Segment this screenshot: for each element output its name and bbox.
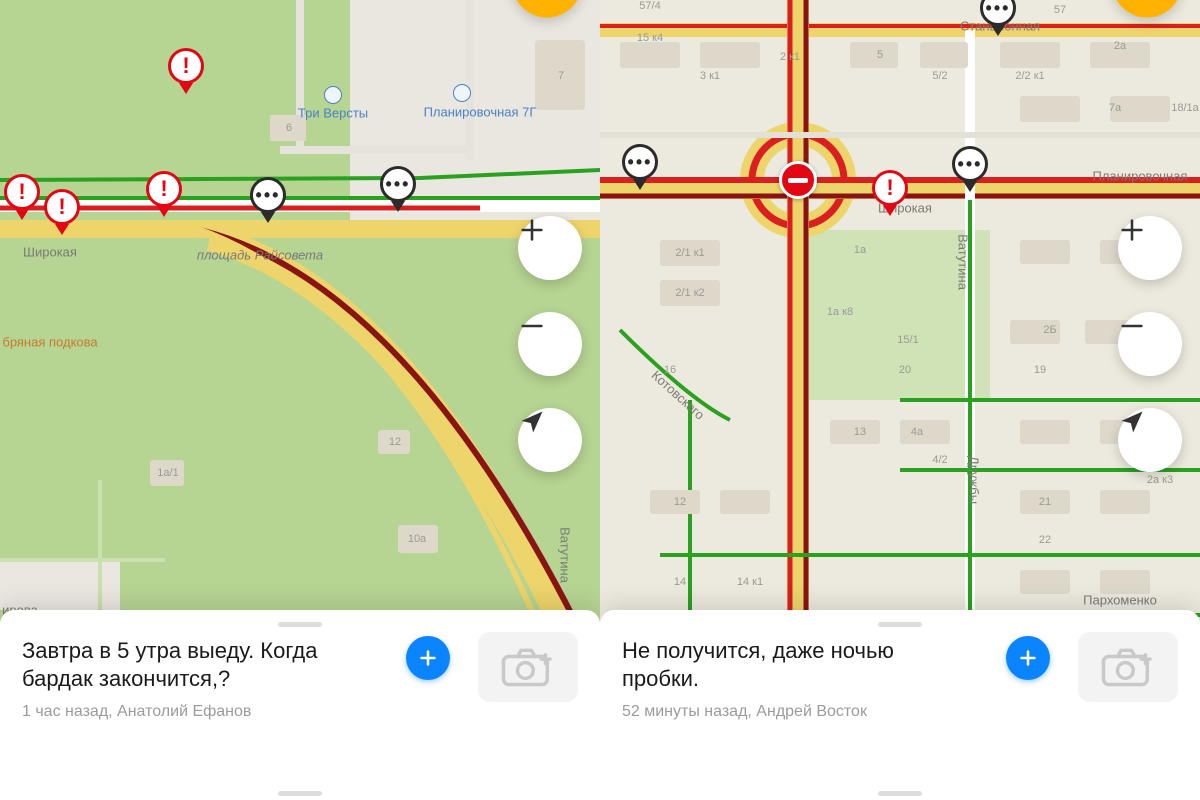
alert-pin[interactable]: ! [44, 189, 80, 225]
add-button[interactable] [1006, 636, 1050, 680]
building-number: 5/2 [932, 70, 947, 82]
building-number: 14 [674, 576, 686, 588]
building-number: 20 [899, 364, 911, 376]
building-number: 21 [1039, 496, 1051, 508]
locate-button[interactable] [518, 408, 582, 472]
building-number: 57 [1054, 4, 1066, 16]
building-number: 4а [911, 426, 923, 438]
drag-handle-icon[interactable] [878, 791, 922, 796]
map-pane-left: Широкая площадь Райсовета Три Версты Пла… [0, 0, 600, 800]
building-number: 2Б [1043, 324, 1056, 336]
building-number: 15/1 [897, 334, 918, 346]
building-number: 13 [854, 426, 866, 438]
drag-handle-icon[interactable] [278, 791, 322, 796]
building-number: 1а к8 [827, 306, 853, 318]
poi-icon [453, 84, 471, 102]
chat-pin[interactable]: ••• [952, 146, 988, 182]
building-number: 12 [389, 436, 401, 448]
building-number: 2 к1 [780, 51, 800, 63]
add-button[interactable] [406, 636, 450, 680]
alert-pin[interactable]: ! [168, 48, 204, 84]
alert-pin[interactable]: ! [146, 171, 182, 207]
building-number: 2а [1114, 40, 1126, 52]
building-number: 16 [664, 364, 676, 376]
comment-meta: 52 минуты назад, Андрей Восток [622, 703, 1178, 721]
road-block-pin[interactable] [779, 161, 817, 199]
building-number: 7а [1109, 102, 1121, 114]
poi-icon [324, 86, 342, 104]
drag-handle-icon[interactable] [878, 622, 922, 627]
alert-pin[interactable]: ! [4, 174, 40, 210]
building-number: 19 [1034, 364, 1046, 376]
building-number: 18/1а [1171, 102, 1199, 114]
drag-handle-icon[interactable] [278, 622, 322, 627]
map-pane-right: Широкая Станционная Планировочная Ватути… [600, 0, 1200, 800]
chat-pin[interactable]: ••• [622, 144, 658, 180]
comment-text: Завтра в 5 утра выеду. Когда бардак зако… [22, 637, 362, 693]
building-number: 22 [1039, 534, 1051, 546]
building-number: 1а [854, 244, 866, 256]
building-number: 4/2 [932, 454, 947, 466]
street-label: Ватутина [956, 234, 971, 290]
building-number: 2/2 к1 [1015, 70, 1044, 82]
chat-pin[interactable]: ••• [380, 166, 416, 202]
street-label: Широкая [23, 245, 77, 260]
add-photo-button[interactable] [478, 632, 578, 702]
zoom-in-button[interactable] [518, 216, 582, 280]
comment-meta: 1 час назад, Анатолий Ефанов [22, 703, 578, 721]
building-number: 15 к4 [637, 32, 663, 44]
street-label: Дружбы [967, 456, 982, 504]
alert-pin[interactable]: ! [872, 170, 908, 206]
street-label: Планировочная [1093, 169, 1188, 184]
add-photo-button[interactable] [1078, 632, 1178, 702]
zoom-in-button[interactable] [1118, 216, 1182, 280]
building-number: 6 [286, 122, 292, 134]
building-number: 12 [674, 496, 686, 508]
zoom-out-button[interactable] [518, 312, 582, 376]
square-label: площадь Райсовета [197, 248, 323, 263]
street-label: Пархоменко [1083, 593, 1157, 608]
building-number: 2/1 к2 [675, 287, 704, 299]
building-number: 14 к1 [737, 576, 763, 588]
chat-pin[interactable]: ••• [980, 0, 1016, 26]
locate-button[interactable] [1118, 408, 1182, 472]
chat-pin[interactable]: ••• [250, 177, 286, 213]
building-number: 57/4 [639, 0, 660, 12]
building-number: 1а/1 [157, 467, 178, 479]
building-number: 3 к1 [700, 70, 720, 82]
building-number: 2а к3 [1147, 474, 1173, 486]
comment-text: Не получится, даже ночью пробки. [622, 637, 962, 693]
building-number: 10а [408, 533, 426, 545]
comment-card[interactable]: Не получится, даже ночью пробки. 52 мину… [600, 610, 1200, 800]
building-number: 5 [877, 49, 883, 61]
poi-label: Три Версты [298, 106, 368, 121]
comment-card[interactable]: Завтра в 5 утра выеду. Когда бардак зако… [0, 610, 600, 800]
street-label: Ватутина [558, 527, 573, 583]
building-number: 7 [558, 70, 564, 82]
poi-label: бряная подкова [2, 335, 97, 350]
poi-label: Планировочная 7Г [424, 105, 537, 120]
zoom-out-button[interactable] [1118, 312, 1182, 376]
building-number: 2/1 к1 [675, 247, 704, 259]
